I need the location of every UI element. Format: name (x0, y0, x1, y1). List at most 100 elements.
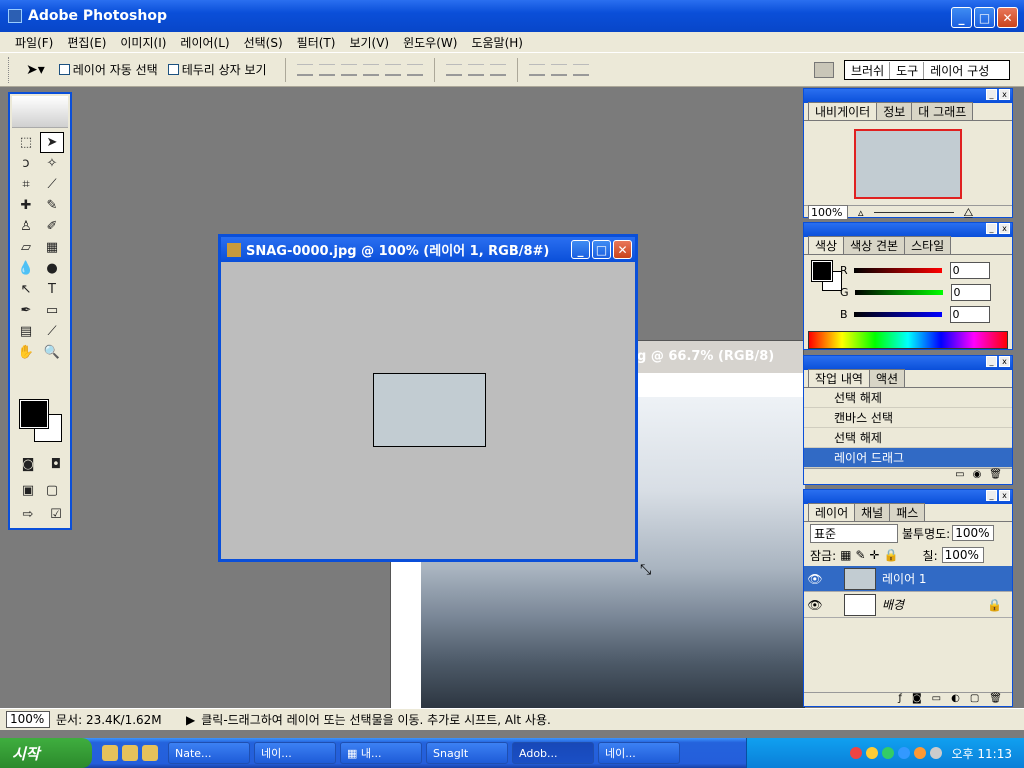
tab-layers[interactable]: 레이어 (808, 503, 856, 521)
tray-icon[interactable] (897, 747, 910, 759)
menu-view[interactable]: 보기(V) (342, 34, 396, 51)
b-input[interactable] (949, 305, 990, 323)
r-input[interactable] (949, 261, 990, 279)
panel-minimize-icon[interactable]: _ (986, 223, 997, 234)
panel-close-icon[interactable]: x (999, 356, 1010, 367)
screen-mode-standard-icon[interactable]: ▣ (16, 480, 40, 501)
lasso-tool-icon[interactable]: ↄ (14, 153, 38, 174)
adjustment-layer-icon[interactable]: ◐ (951, 693, 960, 706)
align-top-icon[interactable] (296, 63, 313, 76)
move-tool-icon[interactable]: ➤ (40, 132, 64, 153)
type-tool-icon[interactable]: T (40, 279, 64, 300)
magic-wand-tool-icon[interactable]: ✧ (40, 153, 64, 174)
palette-well-tools[interactable]: 도구 (896, 61, 925, 79)
g-input[interactable] (950, 283, 991, 301)
tab-channels[interactable]: 채널 (854, 503, 891, 521)
eraser-tool-icon[interactable]: ▱ (14, 237, 38, 258)
history-item[interactable]: 선택 해제 (804, 428, 1012, 448)
taskbar-item-active[interactable]: Adob... (512, 742, 594, 764)
navigator-zoom-value[interactable]: 100% (808, 205, 848, 220)
align-vcenter-icon[interactable] (318, 63, 335, 76)
taskbar-item[interactable]: 네이... (598, 742, 680, 764)
lock-all-icon[interactable]: 🔒 (884, 548, 899, 562)
align-hcenter-icon[interactable] (384, 63, 401, 76)
opacity-input[interactable]: 100% (952, 525, 995, 541)
layer-mask-icon[interactable]: ◙ (912, 693, 922, 706)
taskbar-item[interactable]: ▦ 내... (340, 742, 422, 764)
crop-tool-icon[interactable]: ⌗ (14, 174, 38, 195)
taskbar-item[interactable]: 네이... (254, 742, 336, 764)
tab-swatches[interactable]: 색상 견본 (843, 236, 906, 254)
close-button[interactable]: ✕ (997, 7, 1018, 28)
file-browser-icon[interactable] (814, 62, 834, 78)
trash-icon[interactable]: 🗑 (989, 469, 1002, 482)
history-brush-tool-icon[interactable]: ✐ (40, 216, 64, 237)
layer-row-layer1[interactable]: 👁 레이어 1 (804, 566, 1012, 592)
move-tool-preset-icon[interactable]: ➤▾ (26, 62, 45, 78)
history-item-selected[interactable]: 레이어 드래그 (804, 448, 1012, 468)
menu-filter[interactable]: 필터(T) (290, 34, 343, 51)
auto-select-checkbox[interactable]: 레이어 자동 선택 (58, 61, 158, 78)
panel-minimize-icon[interactable]: _ (986, 356, 997, 367)
menu-layer[interactable]: 레이어(L) (173, 34, 236, 51)
palette-well-brushes[interactable]: 브러쉬 (851, 61, 891, 79)
menu-file[interactable]: 파일(F) (8, 34, 60, 51)
lock-position-icon[interactable]: ✛ (870, 548, 880, 562)
zoom-in-icon[interactable]: ⧋ (964, 206, 974, 220)
menu-help[interactable]: 도움말(H) (464, 34, 530, 51)
notes-tool-icon[interactable]: ▤ (14, 321, 38, 342)
options-grip[interactable] (8, 56, 14, 83)
panel-minimize-icon[interactable]: _ (986, 490, 997, 501)
panel-minimize-icon[interactable]: _ (986, 89, 997, 100)
history-item[interactable]: 선택 해제 (804, 388, 1012, 408)
shape-tool-icon[interactable]: ▭ (40, 300, 64, 321)
blend-mode-select[interactable]: 표준 (810, 523, 898, 543)
distribute-left-icon[interactable] (528, 63, 545, 76)
blur-tool-icon[interactable]: 💧 (14, 258, 38, 279)
tab-info[interactable]: 정보 (876, 102, 913, 120)
zoom-out-icon[interactable]: ▵ (858, 206, 864, 219)
quicklaunch-browser-icon[interactable] (142, 745, 158, 761)
menu-image[interactable]: 이미지(I) (113, 34, 173, 51)
visibility-eye-icon[interactable]: 👁 (804, 572, 826, 586)
marquee-tool-icon[interactable]: ⬚ (14, 132, 38, 153)
navigator-zoom-slider[interactable] (873, 212, 954, 213)
panel-close-icon[interactable]: x (999, 89, 1010, 100)
start-button[interactable]: 시작 (0, 738, 92, 768)
fill-input[interactable]: 100% (941, 547, 984, 563)
photoshop-feather-logo[interactable] (12, 96, 68, 128)
status-zoom-input[interactable]: 100% (6, 711, 50, 728)
distribute-hcenter-icon[interactable] (550, 63, 567, 76)
doc-close-button[interactable]: ✕ (613, 240, 632, 259)
quicklaunch-folder-icon[interactable] (122, 745, 138, 761)
slice-tool-icon[interactable]: ⟋ (40, 174, 64, 195)
brush-tool-icon[interactable]: ✎ (40, 195, 64, 216)
minimize-button[interactable]: _ (951, 7, 972, 28)
navigator-thumbnail[interactable] (854, 129, 962, 199)
maximize-button[interactable]: □ (974, 7, 995, 28)
distribute-top-icon[interactable] (445, 63, 462, 76)
new-layer-icon[interactable]: ▢ (970, 693, 979, 706)
tab-navigator[interactable]: 내비게이터 (808, 102, 878, 120)
tray-icon[interactable] (929, 747, 942, 759)
menu-edit[interactable]: 편집(E) (60, 34, 113, 51)
tab-histogram[interactable]: 대 그래프 (911, 102, 974, 120)
lock-transparency-icon[interactable]: ▦ (840, 548, 851, 562)
bounding-box-checkbox[interactable]: 테두리 상자 보기 (167, 61, 267, 78)
tab-paths[interactable]: 패스 (889, 503, 926, 521)
document-size[interactable]: 문서: 23.4K/1.62M (56, 711, 180, 728)
g-slider[interactable] (854, 289, 943, 295)
tab-color[interactable]: 색상 (808, 236, 845, 254)
active-document-window[interactable]: SNAG-0000.jpg @ 100% (레이어 1, RGB/8#) _ □… (218, 234, 638, 562)
color-spectrum-bar[interactable] (808, 331, 1008, 349)
layer-style-icon[interactable]: ƒ (898, 693, 902, 706)
tray-icon[interactable] (865, 747, 878, 759)
color-panel-fg-swatch[interactable] (811, 260, 833, 282)
layer-1-content[interactable] (373, 373, 486, 447)
menu-window[interactable]: 윈도우(W) (396, 34, 464, 51)
path-selection-tool-icon[interactable]: ↖ (14, 279, 38, 300)
jump-to-imageready-icon[interactable]: ⇨ (16, 504, 40, 525)
pen-tool-icon[interactable]: ✒ (14, 300, 38, 321)
b-slider[interactable] (853, 311, 942, 317)
palette-well-layer-comps[interactable]: 레이어 구성 (930, 62, 994, 79)
